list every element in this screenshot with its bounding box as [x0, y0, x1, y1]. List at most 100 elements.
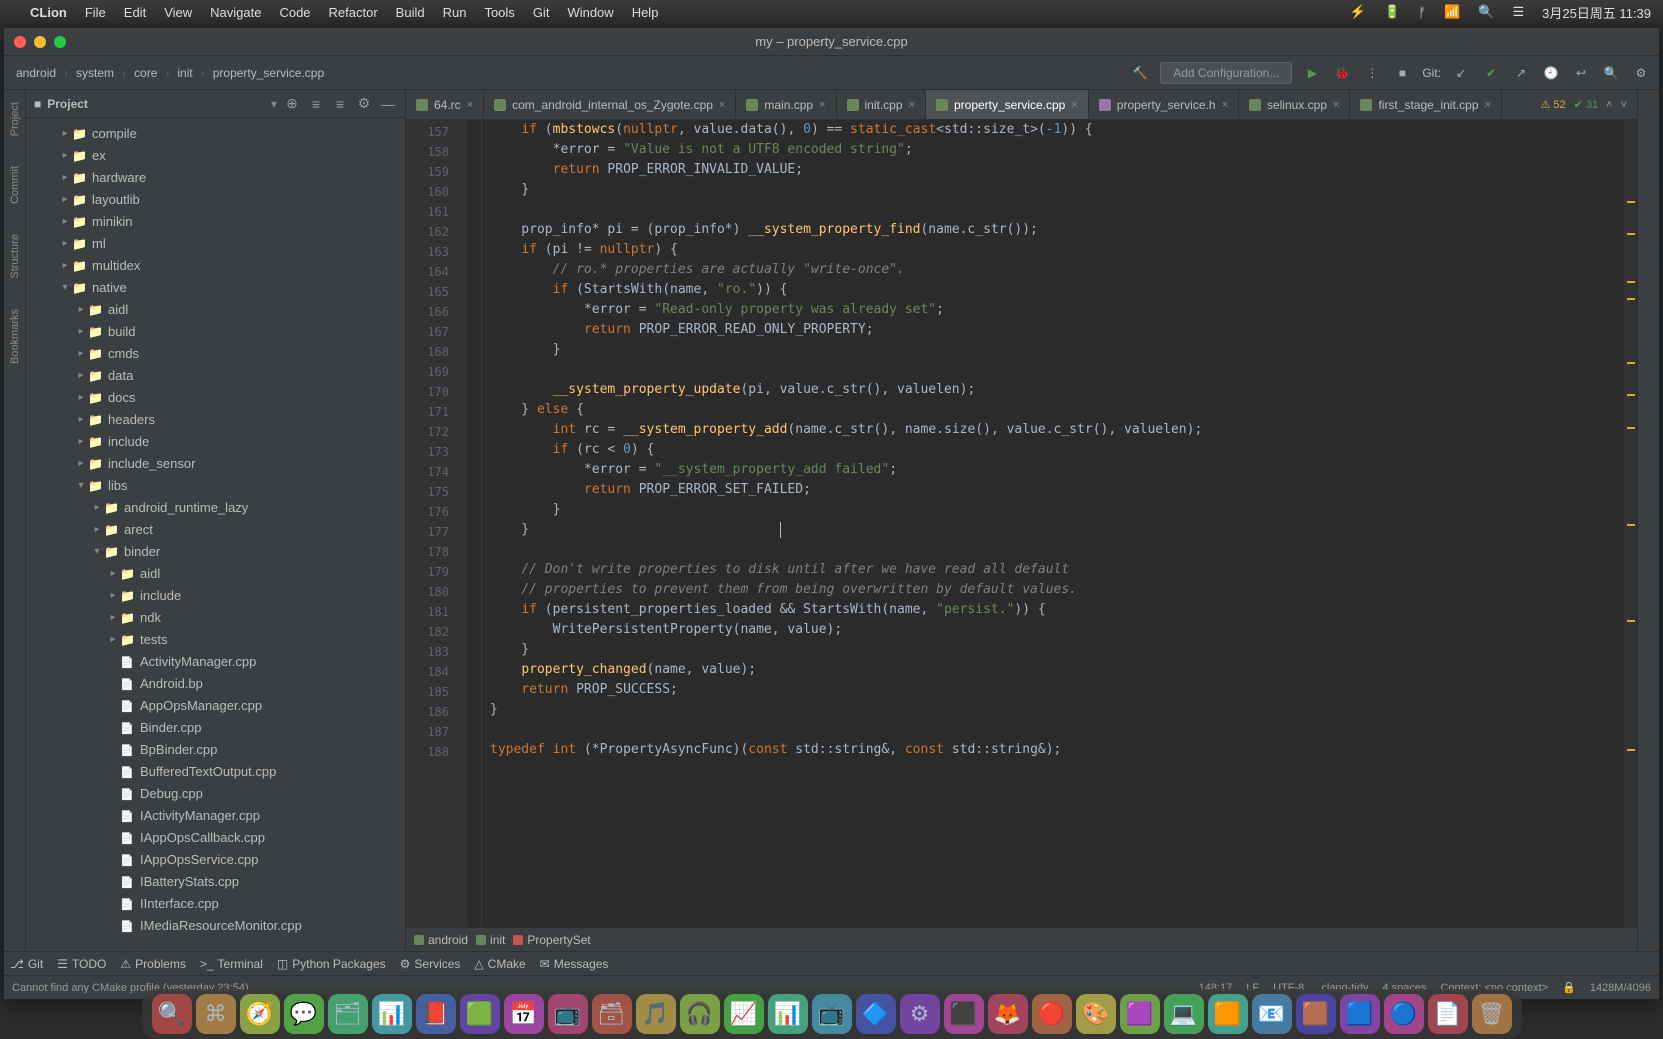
- chevron-right-icon[interactable]: ▸: [58, 150, 72, 161]
- tree-node[interactable]: BufferedTextOutput.cpp: [26, 760, 405, 782]
- line-number[interactable]: 175: [406, 482, 467, 502]
- tree-node[interactable]: IBatteryStats.cpp: [26, 870, 405, 892]
- chevron-right-icon[interactable]: ▸: [106, 634, 120, 645]
- tree-node[interactable]: IAppOpsService.cpp: [26, 848, 405, 870]
- code-line[interactable]: property_changed(name, value);: [490, 660, 1623, 680]
- code-line[interactable]: }: [490, 520, 1623, 540]
- chevron-right-icon[interactable]: ▸: [58, 172, 72, 183]
- chevron-right-icon[interactable]: ▸: [74, 414, 88, 425]
- bottom-tool-tab[interactable]: ⚠Problems: [120, 957, 185, 971]
- dock-app-icon[interactable]: 📧: [1252, 994, 1292, 1034]
- bottom-tool-tab[interactable]: ◫Python Packages: [277, 957, 386, 971]
- project-view-selector[interactable]: ■: [34, 97, 41, 111]
- editor-tab[interactable]: com_android_internal_os_Zygote.cpp×: [484, 90, 736, 119]
- code-line[interactable]: typedef int (*PropertyAsyncFunc)(const s…: [490, 740, 1623, 760]
- tree-node[interactable]: IMediaResourceMonitor.cpp: [26, 914, 405, 936]
- code-line[interactable]: *error = "Value is not a UTF8 encoded st…: [490, 140, 1623, 160]
- close-tab-icon[interactable]: ×: [467, 99, 473, 111]
- tree-node[interactable]: ActivityManager.cpp: [26, 650, 405, 672]
- run-configuration-selector[interactable]: Add Configuration...: [1160, 62, 1292, 84]
- breadcrumb-item[interactable]: property_service.cpp: [209, 64, 328, 82]
- tree-node[interactable]: IAppOpsCallback.cpp: [26, 826, 405, 848]
- status-icon[interactable]: ᚠ: [1418, 5, 1426, 20]
- code-line[interactable]: }: [490, 700, 1623, 720]
- git-history-icon[interactable]: 🕘: [1541, 63, 1561, 83]
- editor-tab[interactable]: property_service.h×: [1089, 90, 1239, 119]
- status-icon[interactable]: 🔍: [1478, 4, 1494, 20]
- line-number[interactable]: 187: [406, 722, 467, 742]
- editor-tab[interactable]: first_stage_init.cpp×: [1350, 90, 1502, 119]
- status-icon[interactable]: 🔋: [1384, 4, 1400, 20]
- code-line[interactable]: } else {: [490, 400, 1623, 420]
- bookmarks-tab[interactable]: Bookmarks: [9, 303, 21, 370]
- chevron-right-icon[interactable]: ▸: [58, 128, 72, 139]
- more-run-icon[interactable]: ⋮: [1362, 63, 1382, 83]
- dock-app-icon[interactable]: 📄: [1428, 994, 1468, 1034]
- dock-app-icon[interactable]: 📊: [372, 994, 412, 1034]
- chevron-right-icon[interactable]: ▸: [74, 304, 88, 315]
- tree-node[interactable]: ▸ex: [26, 144, 405, 166]
- menu-help[interactable]: Help: [632, 5, 659, 20]
- memory-indicator[interactable]: 1428M/4096: [1590, 982, 1651, 994]
- chevron-right-icon[interactable]: ▸: [90, 502, 104, 513]
- tree-node[interactable]: ▸aidl: [26, 298, 405, 320]
- line-number[interactable]: 160: [406, 182, 467, 202]
- breadcrumb-item[interactable]: system: [72, 64, 118, 82]
- code-line[interactable]: [490, 200, 1623, 220]
- code-line[interactable]: // properties to prevent them from being…: [490, 580, 1623, 600]
- panel-title[interactable]: Project: [47, 97, 265, 111]
- code-line[interactable]: return PROP_SUCCESS;: [490, 680, 1623, 700]
- code-line[interactable]: if (mbstowcs(nullptr, value.data(), 0) =…: [490, 120, 1623, 140]
- breadcrumb-item[interactable]: init: [173, 64, 196, 82]
- menu-window[interactable]: Window: [567, 5, 613, 20]
- code-line[interactable]: prop_info* pi = (prop_info*) __system_pr…: [490, 220, 1623, 240]
- tree-node[interactable]: ▸compile: [26, 122, 405, 144]
- line-number[interactable]: 158: [406, 142, 467, 162]
- chevron-right-icon[interactable]: ▸: [74, 392, 88, 403]
- tree-node[interactable]: ▸ndk: [26, 606, 405, 628]
- tree-node[interactable]: ▸include: [26, 584, 405, 606]
- code-line[interactable]: }: [490, 340, 1623, 360]
- error-stripe[interactable]: [1623, 120, 1637, 927]
- dock-app-icon[interactable]: 🟩: [460, 994, 500, 1034]
- line-number[interactable]: 162: [406, 222, 467, 242]
- code-line[interactable]: *error = "__system_property_add failed";: [490, 460, 1623, 480]
- code-breadcrumb-item[interactable]: android: [414, 933, 468, 947]
- status-date[interactable]: 3月25日周五 11:39: [1542, 3, 1651, 22]
- line-number[interactable]: 163: [406, 242, 467, 262]
- line-number[interactable]: 176: [406, 502, 467, 522]
- code-line[interactable]: if (rc < 0) {: [490, 440, 1623, 460]
- close-tab-icon[interactable]: ×: [819, 99, 825, 111]
- dock-app-icon[interactable]: 🟦: [1340, 994, 1380, 1034]
- settings-icon[interactable]: ⚙: [1631, 63, 1651, 83]
- line-number[interactable]: 170: [406, 382, 467, 402]
- tree-node[interactable]: BpBinder.cpp: [26, 738, 405, 760]
- line-number[interactable]: 188: [406, 742, 467, 762]
- hide-panel-icon[interactable]: —: [379, 95, 397, 113]
- run-icon[interactable]: ▶: [1302, 63, 1322, 83]
- code-line[interactable]: [490, 360, 1623, 380]
- tree-node[interactable]: ▸include: [26, 430, 405, 452]
- line-number[interactable]: 171: [406, 402, 467, 422]
- menu-code[interactable]: Code: [279, 5, 310, 20]
- dock-app-icon[interactable]: 📅: [504, 994, 544, 1034]
- dock-app-icon[interactable]: ⬛: [944, 994, 984, 1034]
- dock-app-icon[interactable]: ⚙: [900, 994, 940, 1034]
- search-everywhere-icon[interactable]: 🔍: [1601, 63, 1621, 83]
- code-line[interactable]: return PROP_ERROR_READ_ONLY_PROPERTY;: [490, 320, 1623, 340]
- chevron-down-icon[interactable]: ▾: [90, 546, 104, 557]
- editor-tab[interactable]: selinux.cpp×: [1239, 90, 1350, 119]
- menu-git[interactable]: Git: [533, 5, 550, 20]
- menu-run[interactable]: Run: [443, 5, 467, 20]
- code-line[interactable]: WritePersistentProperty(name, value);: [490, 620, 1623, 640]
- line-number[interactable]: 178: [406, 542, 467, 562]
- dock-app-icon[interactable]: 📕: [416, 994, 456, 1034]
- code-line[interactable]: return PROP_ERROR_INVALID_VALUE;: [490, 160, 1623, 180]
- git-commit-icon[interactable]: ✔: [1481, 63, 1501, 83]
- app-name[interactable]: CLion: [30, 5, 67, 20]
- tree-node[interactable]: ▸headers: [26, 408, 405, 430]
- editor-tab[interactable]: main.cpp×: [736, 90, 836, 119]
- chevron-right-icon[interactable]: ▸: [58, 216, 72, 227]
- zoom-window-button[interactable]: [54, 36, 66, 48]
- git-push-icon[interactable]: ↗: [1511, 63, 1531, 83]
